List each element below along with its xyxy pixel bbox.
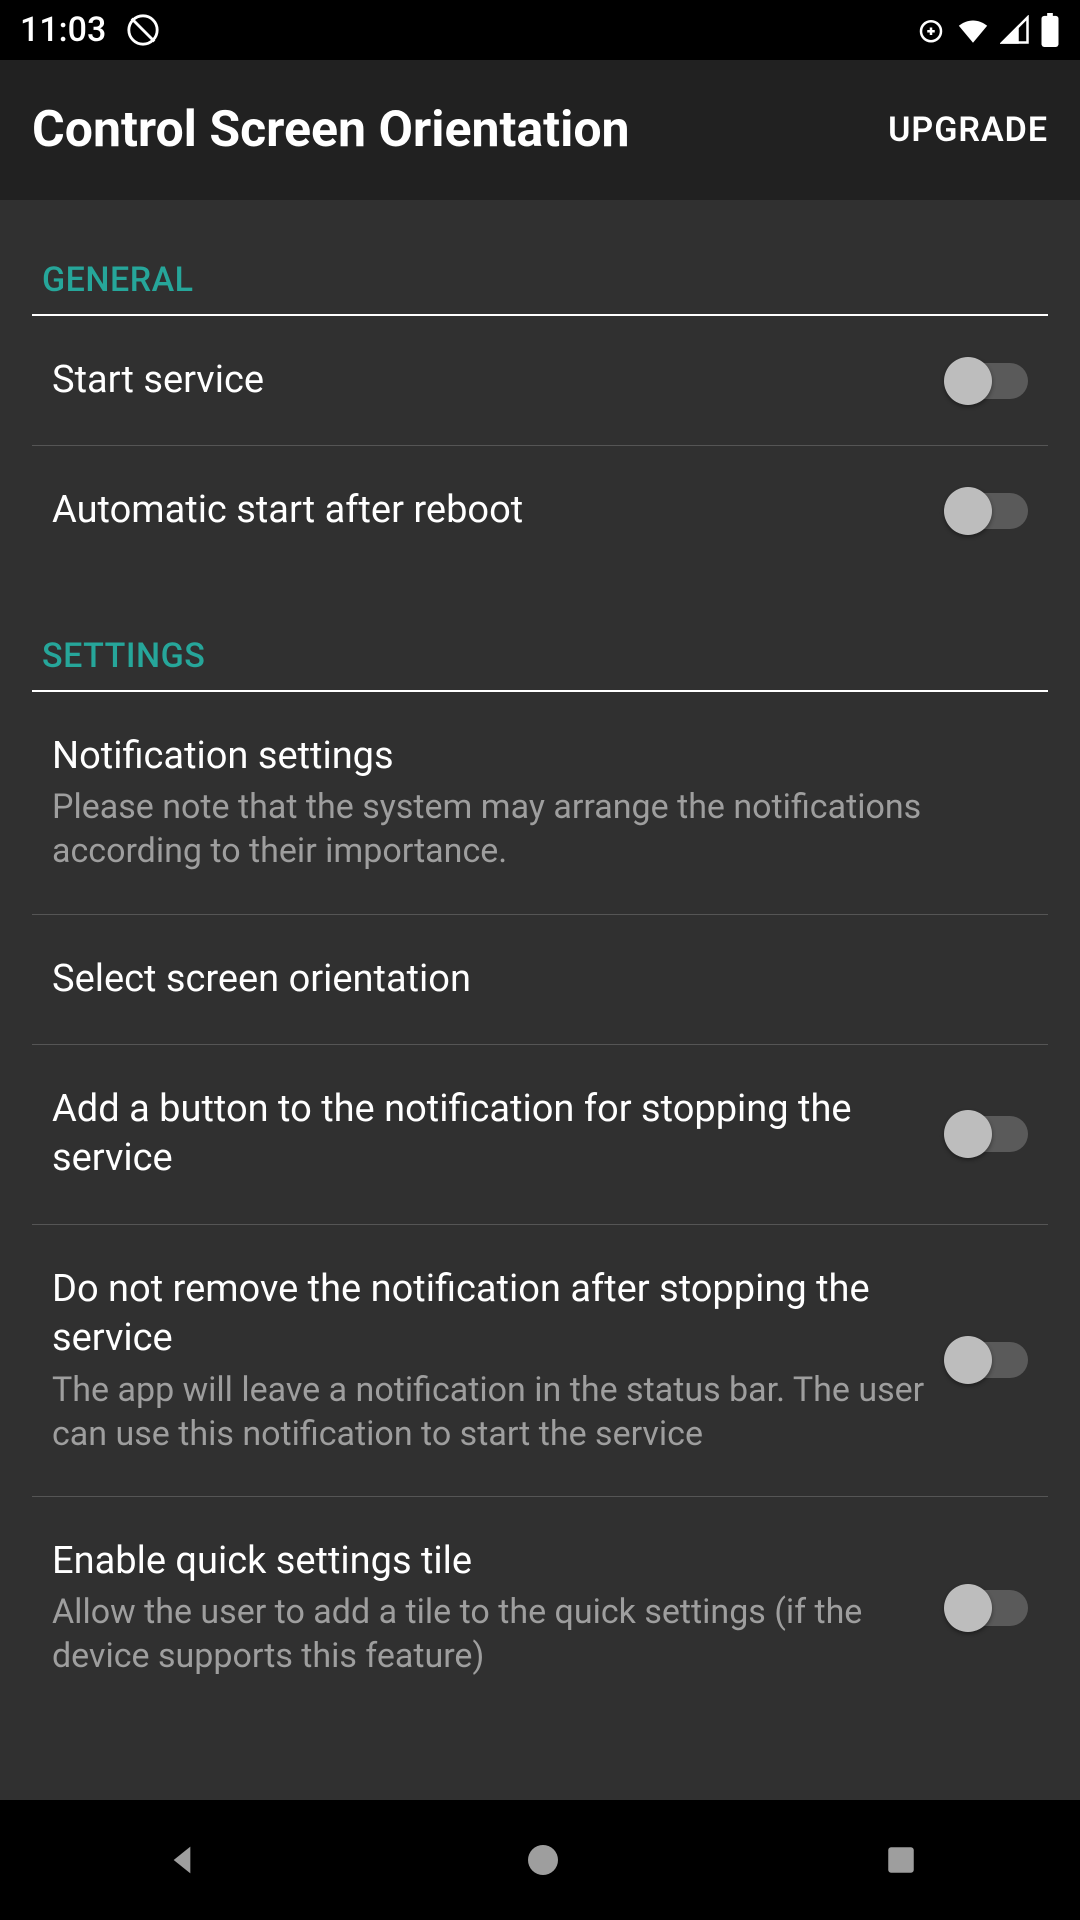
status-bar: 11:03 — [0, 0, 1080, 60]
item-text: Select screen orientation — [52, 955, 1028, 1004]
item-start-service[interactable]: Start service — [32, 316, 1048, 446]
status-left: 11:03 — [20, 10, 160, 50]
battery-icon — [1040, 13, 1060, 47]
section-header-settings: SETTINGS — [32, 576, 1048, 692]
switch-knob — [944, 1336, 992, 1384]
item-title: Do not remove the notification after sto… — [52, 1265, 928, 1364]
toggle-quick-tile[interactable] — [948, 1590, 1028, 1626]
item-quick-settings-tile[interactable]: Enable quick settings tile Allow the use… — [32, 1497, 1048, 1719]
section-header-general: GENERAL — [32, 200, 1048, 316]
item-keep-notification[interactable]: Do not remove the notification after sto… — [32, 1225, 1048, 1497]
wifi-icon — [956, 13, 990, 47]
status-right — [916, 13, 1060, 47]
toggle-keep-notification[interactable] — [948, 1342, 1028, 1378]
status-time: 11:03 — [20, 10, 106, 50]
item-title: Enable quick settings tile — [52, 1537, 928, 1586]
settings-list[interactable]: GENERAL Start service Automatic start af… — [0, 200, 1080, 1800]
item-text: Add a button to the notification for sto… — [52, 1085, 928, 1184]
switch-knob — [944, 1110, 992, 1158]
switch-knob — [944, 357, 992, 405]
item-auto-start[interactable]: Automatic start after reboot — [32, 446, 1048, 575]
item-text: Notification settings Please note that t… — [52, 732, 1028, 874]
item-notification-settings[interactable]: Notification settings Please note that t… — [32, 692, 1048, 915]
switch-knob — [944, 1584, 992, 1632]
nav-back-button[interactable] — [162, 1840, 202, 1880]
nav-recent-button[interactable] — [884, 1843, 918, 1877]
signal-icon — [1000, 15, 1030, 45]
item-text: Enable quick settings tile Allow the use… — [52, 1537, 928, 1679]
alarm-plus-icon — [916, 15, 946, 45]
item-text: Automatic start after reboot — [52, 486, 928, 535]
item-text: Do not remove the notification after sto… — [52, 1265, 928, 1456]
toggle-stop-button[interactable] — [948, 1116, 1028, 1152]
item-stop-button-notification[interactable]: Add a button to the notification for sto… — [32, 1045, 1048, 1225]
upgrade-button[interactable]: UPGRADE — [888, 110, 1048, 150]
item-title: Select screen orientation — [52, 955, 1028, 1004]
navigation-bar — [0, 1800, 1080, 1920]
item-title: Add a button to the notification for sto… — [52, 1085, 928, 1184]
app-bar: Control Screen Orientation UPGRADE — [0, 60, 1080, 200]
switch-knob — [944, 487, 992, 535]
toggle-start-service[interactable] — [948, 363, 1028, 399]
orientation-lock-icon — [126, 13, 160, 47]
item-title: Notification settings — [52, 732, 1028, 781]
app-title: Control Screen Orientation — [32, 101, 630, 159]
item-title: Automatic start after reboot — [52, 486, 928, 535]
item-select-orientation[interactable]: Select screen orientation — [32, 915, 1048, 1045]
item-title: Start service — [52, 356, 928, 405]
nav-home-button[interactable] — [525, 1842, 561, 1878]
item-subtitle: The app will leave a notification in the… — [52, 1368, 928, 1456]
item-subtitle: Please note that the system may arrange … — [52, 785, 1028, 873]
toggle-auto-start[interactable] — [948, 493, 1028, 529]
item-text: Start service — [52, 356, 928, 405]
item-subtitle: Allow the user to add a tile to the quic… — [52, 1590, 928, 1678]
